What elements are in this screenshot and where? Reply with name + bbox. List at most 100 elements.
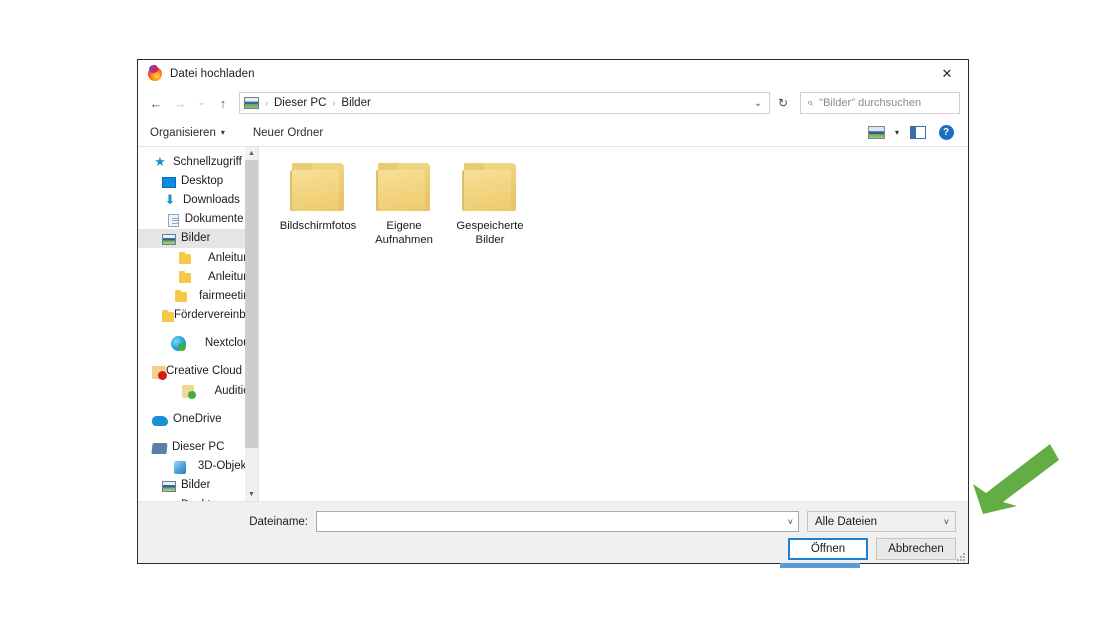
filetype-select[interactable]: Alle Dateien ˅ (807, 511, 956, 532)
chevron-down-icon: ▾ (220, 128, 225, 137)
sidebar-item-fairmeeting[interactable]: fairmeeting (138, 286, 258, 305)
sidebar-item-onedrive[interactable]: OneDrive (138, 409, 258, 428)
dialog-buttons: Öffnen Abbrechen (788, 538, 956, 560)
help-button[interactable]: ? (932, 121, 960, 145)
pictures-folder-icon (244, 97, 259, 109)
cancel-button[interactable]: Abbrechen (876, 538, 956, 560)
folder-icon (174, 290, 187, 303)
screenshot-canvas: Datei hochladen ✕ ← → ⌄ ↑ › Dieser PC › … (0, 0, 1110, 624)
view-chevron-down-icon[interactable]: ▾ (890, 128, 904, 137)
sidebar-item-label: Creative Cloud File (166, 365, 256, 378)
breadcrumb-item-0[interactable]: Dieser PC (274, 97, 326, 109)
green-arrow-annotation (973, 444, 1059, 514)
scrollbar-thumb[interactable] (245, 160, 258, 448)
up-button[interactable]: ↑ (211, 91, 235, 115)
breadcrumb-item-1[interactable]: Bilder (341, 97, 370, 109)
folder-icon (376, 161, 432, 211)
pictures-icon (162, 234, 176, 246)
nav-group-gap (138, 325, 258, 334)
address-bar[interactable]: › Dieser PC › Bilder ⌄ (239, 92, 770, 114)
sidebar-item-audition[interactable]: Audition (138, 381, 258, 400)
this-pc-icon (151, 443, 168, 455)
file-item[interactable]: Gespeicherte Bilder (447, 155, 533, 247)
close-icon[interactable]: ✕ (926, 60, 968, 87)
breadcrumb-separator: › (265, 98, 268, 108)
nav-group-gap (138, 400, 258, 409)
file-list[interactable]: Bildschirmfotos Eigene Aufnahmen Gespeiche… (259, 147, 968, 501)
sidebar-item-label: Bilder (181, 232, 211, 245)
sidebar-item-label: Downloads (183, 193, 240, 206)
sidebar-item-schnellzugriff[interactable]: ★ Schnellzugriff (138, 152, 258, 171)
navigation-scrollbar[interactable]: ▲ ▼ (245, 147, 258, 501)
filename-input[interactable]: ˅ (316, 511, 799, 532)
download-icon: ⬇ (164, 191, 176, 207)
file-item-label: Bildschirmfotos (279, 220, 357, 232)
folder-icon (179, 252, 192, 265)
chevron-down-icon[interactable]: ˅ (788, 517, 793, 527)
sidebar-item-label: Fördervereinbaru (174, 309, 256, 322)
sidebar-item-anleitung[interactable]: Anleitung (138, 267, 258, 286)
sidebar-item-bilder[interactable]: Bilder (138, 476, 258, 495)
sidebar-item-3d-objekte[interactable]: 3D-Objekte (138, 457, 258, 476)
sidebar-item-anleitung[interactable]: Anleitung (138, 248, 258, 267)
dialog-title-bar: Datei hochladen ✕ (138, 60, 968, 87)
chevron-down-icon: ˅ (943, 516, 949, 527)
refresh-icon[interactable]: ↻ (770, 92, 796, 114)
file-item-label: Eigene Aufnahmen (375, 220, 433, 246)
preview-pane-button[interactable] (904, 121, 932, 145)
sidebar-item-label: Desktop (181, 174, 224, 187)
folder-icon (462, 161, 518, 211)
recent-locations-button[interactable]: ⌄ (192, 91, 211, 115)
sidebar-item-desktop[interactable]: Desktop⚲ (138, 171, 258, 190)
nav-group-gap (138, 428, 258, 437)
folder-icon (290, 161, 346, 211)
navigation-bar: ← → ⌄ ↑ › Dieser PC › Bilder ⌄ ↻ ⌕ "Bild… (138, 87, 968, 119)
file-item-label: Gespeicherte Bilder (456, 220, 524, 246)
filename-label: Dateiname: (249, 515, 308, 528)
dialog-body: ★SchnellzugriffDesktop⚲⬇Downloads⚲Dokume… (138, 147, 968, 501)
open-button[interactable]: Öffnen (788, 538, 868, 560)
sidebar-item-downloads[interactable]: ⬇Downloads⚲ (138, 190, 258, 209)
file-item[interactable]: Eigene Aufnahmen (361, 155, 447, 247)
breadcrumb-separator: › (332, 98, 336, 108)
folder-icon (162, 309, 174, 322)
taskbar-highlight-strip (780, 563, 860, 568)
sidebar-item-bilder[interactable]: Bilder⚲ (138, 228, 258, 248)
sidebar-item-nextcloud[interactable]: Nextcloud (138, 334, 258, 353)
creative-cloud-icon (152, 365, 167, 380)
view-layout-button[interactable] (862, 121, 890, 145)
3d-objects-icon (173, 460, 186, 474)
organize-label: Organisieren (150, 126, 216, 139)
pictures-icon (162, 481, 176, 493)
monitor-icon (162, 176, 176, 188)
star-icon: ★ (154, 153, 166, 169)
navigation-pane: ★SchnellzugriffDesktop⚲⬇Downloads⚲Dokume… (138, 147, 258, 501)
scroll-up-icon[interactable]: ▲ (245, 147, 258, 160)
sidebar-item-dokumente[interactable]: Dokumente⚲ (138, 210, 258, 229)
help-icon: ? (938, 125, 954, 140)
file-item[interactable]: Bildschirmfotos (275, 155, 361, 247)
back-button[interactable]: ← (144, 91, 168, 115)
organize-button[interactable]: Organisieren ▾ (150, 127, 225, 139)
sidebar-item-dieser-pc[interactable]: Dieser PC (138, 437, 258, 456)
forward-button[interactable]: → (168, 91, 192, 115)
search-placeholder: "Bilder" durchsuchen (819, 97, 922, 109)
chevron-down-icon[interactable]: ⌄ (747, 98, 769, 109)
sidebar-item-f-rdervereinbaru[interactable]: Fördervereinbaru (138, 306, 258, 325)
sidebar-item-creative-cloud-file[interactable]: Creative Cloud File (138, 362, 258, 381)
folder-icon (179, 271, 192, 284)
filename-row: Dateiname: ˅ Alle Dateien ˅ (138, 511, 956, 532)
sidebar-item-label: OneDrive (173, 412, 222, 425)
view-layout-icon (867, 126, 885, 139)
sidebar-item-label: Dieser PC (172, 441, 225, 454)
firefox-icon (148, 66, 162, 81)
document-icon (167, 213, 179, 227)
new-folder-button[interactable]: Neuer Ordner (253, 127, 323, 139)
navigation-tree: ★SchnellzugriffDesktop⚲⬇Downloads⚲Dokume… (138, 152, 258, 501)
resize-grip[interactable] (955, 551, 965, 561)
nextcloud-icon (170, 336, 186, 352)
search-box[interactable]: ⌕ "Bilder" durchsuchen (800, 92, 960, 114)
command-bar: Organisieren ▾ Neuer Ordner ▾ ? (138, 119, 968, 147)
scroll-down-icon[interactable]: ▼ (245, 488, 258, 501)
preview-pane-icon (910, 126, 926, 139)
